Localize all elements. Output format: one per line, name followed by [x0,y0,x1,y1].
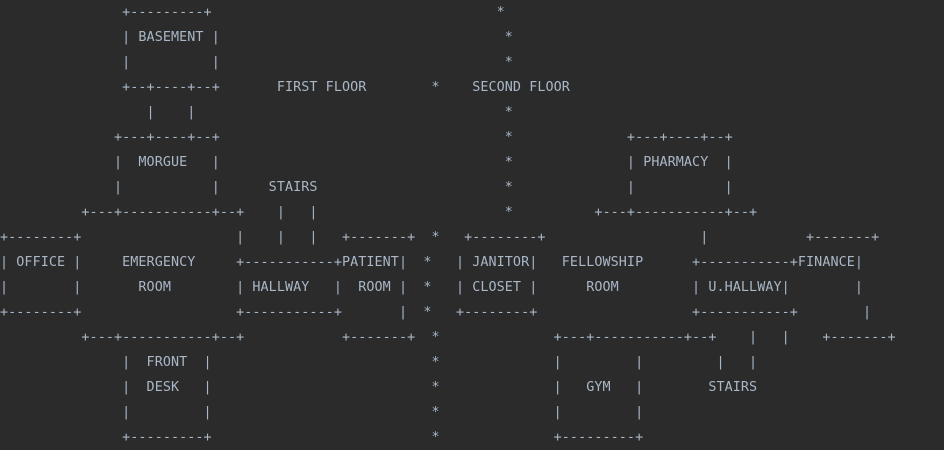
map-line-12: | | ROOM | HALLWAY | ROOM | * | CLOSET |… [0,280,864,295]
map-line-13: +--------+ +-----------+ | * +--------+ … [0,305,872,320]
map-line-9: +---+-----------+--+ | | * +---+--------… [0,205,758,220]
map-line-3: | | * [0,55,513,70]
console-output: +---------+ * | BASEMENT | * | | * +--+-… [0,0,944,450]
map-line-10: +--------+ | | | +-------+ * +--------+ … [0,230,880,245]
map-line-18: +---------+ * +---------+ [0,430,644,445]
map-line-7: | MORGUE | * | PHARMACY | [0,155,733,170]
map-line-15: | FRONT | * | | | | [0,355,758,370]
map-line-11: | OFFICE | EMERGENCY +-----------+PATIEN… [0,255,864,270]
map-line-14: +---+-----------+--+ +-------+ * +---+--… [0,330,896,345]
map-line-16: | DESK | * | GYM | STAIRS [0,380,758,395]
map-line-6: +---+----+--+ * +---+----+--+ [0,130,733,145]
map-line-2: | BASEMENT | * [0,30,513,45]
map-line-5: | | * [0,105,513,120]
map-line-17: | | * | | [0,405,644,420]
map-line-1: +---------+ * [0,5,505,20]
map-line-4: +--+----+--+ FIRST FLOOR * SECOND FLOOR [0,80,570,95]
map-line-8: | | STAIRS * | | [0,180,733,195]
